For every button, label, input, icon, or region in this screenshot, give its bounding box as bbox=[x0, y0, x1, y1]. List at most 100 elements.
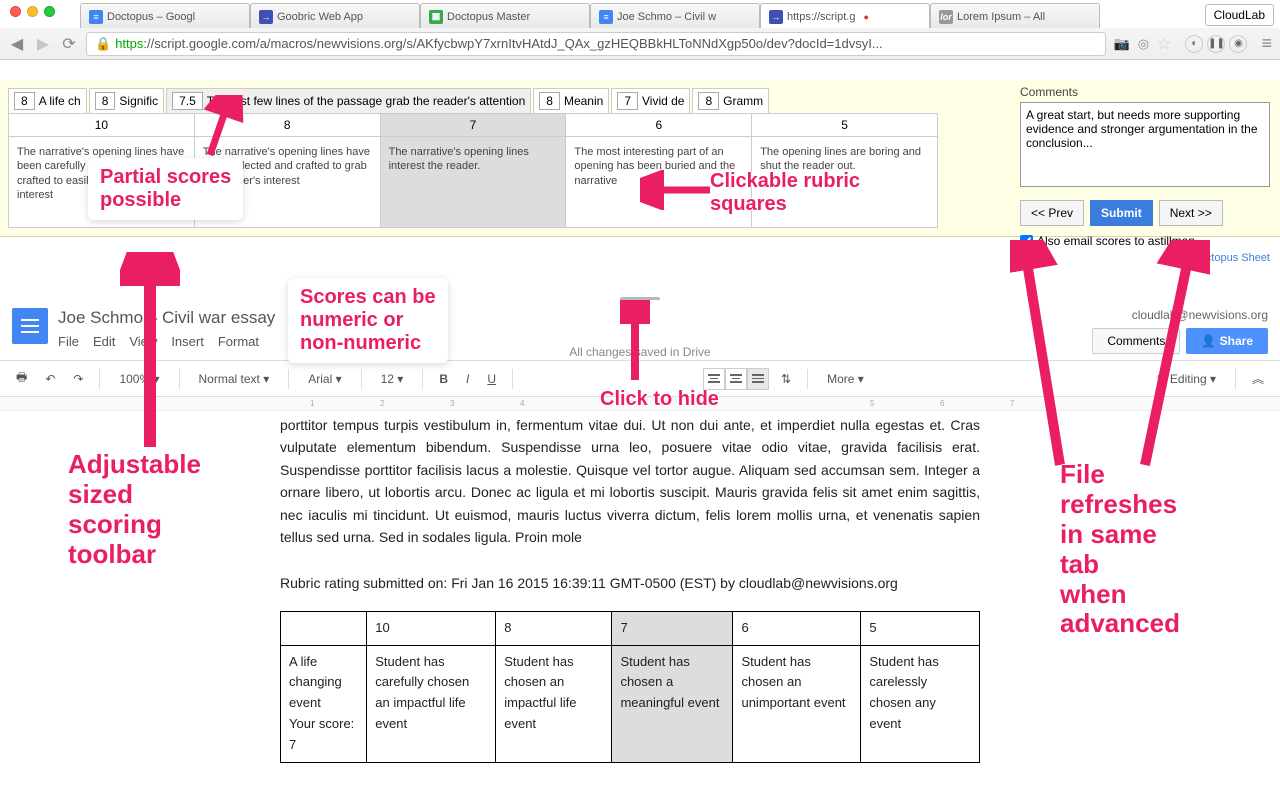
chrome-menu-icon[interactable]: ≡ bbox=[1261, 33, 1272, 54]
extension-icons: ◐ ❚❚ ◉ bbox=[1185, 35, 1247, 53]
url-path: ://script.google.com/a/macros/newvisions… bbox=[143, 36, 882, 51]
table-cell: 8 bbox=[496, 611, 612, 645]
ext-icon-3[interactable]: ◉ bbox=[1229, 35, 1247, 53]
print-icon[interactable]: 🖶 bbox=[10, 365, 33, 392]
menu-edit[interactable]: Edit bbox=[93, 334, 115, 349]
level-desc: The narrative's opening lines have been … bbox=[195, 137, 380, 227]
underline-icon[interactable]: U bbox=[481, 369, 502, 389]
tab-script[interactable]: →https://script.g● bbox=[760, 3, 930, 29]
window-controls bbox=[10, 6, 55, 17]
criterion-tab[interactable]: 8Gramm bbox=[692, 88, 769, 114]
rubric-square[interactable]: 6The most interesting part of an opening… bbox=[566, 114, 752, 227]
maximize-window-icon[interactable] bbox=[44, 6, 55, 17]
minimize-window-icon[interactable] bbox=[27, 6, 38, 17]
menu-format[interactable]: Format bbox=[218, 334, 259, 349]
doc-body-text: porttitor tempus turpis vestibulum in, f… bbox=[280, 414, 980, 548]
align-center-icon[interactable] bbox=[725, 368, 747, 390]
more-button[interactable]: More ▾ bbox=[818, 368, 873, 390]
level-desc: The most interesting part of an opening … bbox=[566, 137, 751, 227]
tab-label: Goobric Web App bbox=[277, 11, 363, 23]
tab-master[interactable]: ▦ Doctopus Master bbox=[420, 3, 590, 29]
ext-icon-2[interactable]: ❚❚ bbox=[1207, 35, 1225, 53]
back-button[interactable]: ◀ bbox=[8, 35, 26, 53]
account-email[interactable]: cloudlab@newvisions.org bbox=[1132, 308, 1268, 322]
table-cell bbox=[281, 611, 367, 645]
font-select[interactable]: Arial ▾ bbox=[299, 368, 350, 390]
reload-button[interactable]: ⟳ bbox=[60, 35, 78, 53]
rubric-square[interactable]: 5The opening lines are boring and shut t… bbox=[752, 114, 937, 227]
style-select[interactable]: Normal text ▾ bbox=[190, 368, 279, 390]
table-cell: 7 bbox=[612, 611, 733, 645]
collapse-icon[interactable]: ︽ bbox=[1246, 367, 1270, 390]
cloudlab-button[interactable]: CloudLab bbox=[1205, 4, 1274, 26]
level-desc: The opening lines are boring and shut th… bbox=[752, 137, 937, 227]
table-cell: A life changing event Your score: 7 bbox=[281, 645, 367, 762]
email-checkbox[interactable] bbox=[1020, 235, 1033, 248]
close-window-icon[interactable] bbox=[10, 6, 21, 17]
level-desc: The narrative's opening lines interest t… bbox=[381, 137, 566, 227]
comments-input[interactable] bbox=[1020, 102, 1270, 187]
criterion-tab[interactable]: 7 Vivid de bbox=[611, 88, 690, 114]
score-input[interactable]: 7.5 bbox=[172, 92, 203, 110]
align-left-icon[interactable] bbox=[703, 368, 725, 390]
save-status: All changes saved in Drive bbox=[569, 345, 710, 359]
zoom-select[interactable]: 100% ▾ bbox=[110, 368, 168, 390]
table-cell: Student has carefully chosen an impactfu… bbox=[367, 645, 496, 762]
ruler[interactable]: 1 2 3 4 5 6 7 bbox=[0, 397, 1280, 411]
next-button[interactable]: Next >> bbox=[1159, 200, 1223, 226]
editing-mode[interactable]: ✎ Editing ▾ bbox=[1148, 368, 1225, 390]
menu-file[interactable]: File bbox=[58, 334, 79, 349]
tab-joe[interactable]: ≡Joe Schmo – Civil w bbox=[590, 3, 760, 29]
criterion-label: A life ch bbox=[39, 94, 81, 108]
target-icon[interactable]: ◎ bbox=[1138, 36, 1149, 52]
doc-title[interactable]: Joe Schmo – Civil war essay bbox=[58, 308, 1082, 328]
size-select[interactable]: 12 ▾ bbox=[372, 368, 413, 390]
doctopus-sheet-link[interactable]: Doctopus Sheet bbox=[1192, 252, 1270, 264]
ext-icon-1[interactable]: ◐ bbox=[1185, 35, 1203, 53]
tab-label: Joe Schmo – Civil w bbox=[617, 11, 716, 23]
score-input[interactable]: 8 bbox=[14, 92, 35, 110]
score-input[interactable]: 7 bbox=[617, 92, 638, 110]
rubric-square-active[interactable]: 7The narrative's opening lines interest … bbox=[381, 114, 567, 227]
tab-label: Doctopus – Googl bbox=[107, 11, 195, 23]
score-input[interactable]: 8 bbox=[698, 92, 719, 110]
score-input[interactable]: 8 bbox=[95, 92, 116, 110]
criterion-label: Vivid de bbox=[642, 94, 684, 108]
line-spacing-icon[interactable]: ⇅ bbox=[775, 369, 797, 389]
tab-lorem[interactable]: lorLorem Ipsum – All bbox=[930, 3, 1100, 29]
bold-icon[interactable]: B bbox=[433, 369, 454, 389]
sheets-icon: ▦ bbox=[429, 10, 443, 24]
comments-panel: Comments << Prev Submit Next >> Also ema… bbox=[1020, 85, 1270, 264]
criterion-label: The first few lines of the passage grab … bbox=[207, 94, 525, 108]
share-button[interactable]: 👤 Share bbox=[1186, 328, 1268, 354]
tab-goobric[interactable]: →Goobric Web App bbox=[250, 3, 420, 29]
submit-button[interactable]: Submit bbox=[1090, 200, 1153, 226]
menu-insert[interactable]: Insert bbox=[171, 334, 204, 349]
doc-page[interactable]: porttitor tempus turpis vestibulum in, f… bbox=[280, 414, 980, 763]
menu-view[interactable]: View bbox=[129, 334, 157, 349]
screenshot-icon[interactable]: 📷 bbox=[1114, 36, 1130, 52]
score-input[interactable]: 8 bbox=[539, 92, 560, 110]
submitted-text: Rubric rating submitted on: Fri Jan 16 2… bbox=[280, 572, 980, 594]
docs-app-icon[interactable] bbox=[12, 308, 48, 344]
forward-button[interactable]: ▶ bbox=[34, 35, 52, 53]
criterion-tab-active[interactable]: 7.5 The first few lines of the passage gr… bbox=[166, 88, 531, 114]
url-protocol: https bbox=[115, 36, 143, 51]
rubric-square[interactable]: 10The narrative's opening lines have bee… bbox=[9, 114, 195, 227]
tab-label: Doctopus Master bbox=[447, 11, 530, 23]
criterion-tab[interactable]: 8Signific bbox=[89, 88, 164, 114]
table-row: A life changing event Your score: 7 Stud… bbox=[281, 645, 980, 762]
star-icon[interactable]: ☆ bbox=[1157, 34, 1171, 54]
redo-icon[interactable]: ↷ bbox=[67, 369, 89, 389]
undo-icon[interactable]: ↶ bbox=[39, 369, 61, 389]
rubric-square[interactable]: 8The narrative's opening lines have been… bbox=[195, 114, 381, 227]
prev-button[interactable]: << Prev bbox=[1020, 200, 1084, 226]
tab-doctopus[interactable]: ≡Doctopus – Googl bbox=[80, 3, 250, 29]
criterion-tab[interactable]: 8Meanin bbox=[533, 88, 609, 114]
align-justify-icon[interactable] bbox=[747, 368, 769, 390]
comments-button[interactable]: Comments bbox=[1092, 328, 1180, 354]
level-score: 8 bbox=[195, 114, 380, 137]
criterion-tab[interactable]: 8 A life ch bbox=[8, 88, 87, 114]
url-input[interactable]: 🔒 https ://script.google.com/a/macros/ne… bbox=[86, 32, 1106, 56]
italic-icon[interactable]: I bbox=[460, 369, 475, 389]
